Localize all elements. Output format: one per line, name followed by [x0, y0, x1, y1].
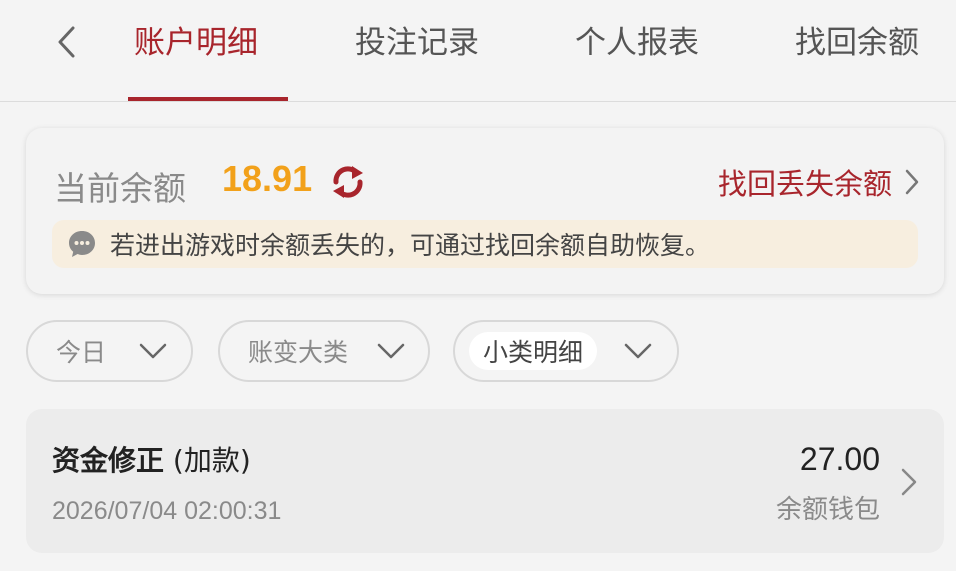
notice-banner: 若进出游戏时余额丢失的，可通过找回余额自助恢复。 [52, 220, 918, 268]
balance-label: 当前余额 [54, 169, 186, 208]
subcategory-filter-label: 小类明细 [469, 332, 598, 370]
tab-bet-records[interactable]: 投注记录 [355, 18, 479, 68]
back-button[interactable] [48, 22, 84, 62]
category-filter-label: 账变大类 [248, 338, 349, 367]
chevron-right-icon [901, 468, 917, 496]
chevron-right-icon [905, 169, 919, 195]
chat-bubble-icon [66, 228, 98, 260]
date-filter[interactable]: 今日 [26, 320, 193, 382]
date-filter-label: 今日 [56, 338, 107, 367]
record-title: 资金修正 (加款) [52, 439, 251, 479]
subcategory-filter[interactable]: 小类明细 [453, 320, 679, 382]
tab-personal-report[interactable]: 个人报表 [575, 18, 699, 68]
balance-value: 18.91 [222, 158, 313, 199]
notice-text: 若进出游戏时余额丢失的，可通过找回余额自助恢复。 [110, 231, 711, 260]
record-amount: 27.00 [799, 441, 880, 477]
record-time: 2026/07/04 02:00:31 [52, 497, 282, 525]
chevron-down-icon [624, 343, 652, 359]
record-type: 资金修正 [52, 444, 165, 477]
active-tab-indicator [128, 97, 288, 101]
top-tab-bar: 账户明细 投注记录 个人报表 找回余额 [0, 0, 956, 102]
recover-lost-balance-link[interactable]: 找回丢失余额 [718, 160, 920, 204]
category-filter[interactable]: 账变大类 [218, 320, 430, 382]
balance-card: 当前余额 18.91 找回丢失余额 若进出游戏时余额丢失的，可通过找回余额自助恢… [26, 128, 944, 294]
list-item[interactable]: 资金修正 (加款) 2026/07/04 02:00:31 27.00 余额钱包 [26, 409, 944, 553]
chevron-down-icon [377, 343, 405, 359]
tab-account-details[interactable]: 账户明细 [134, 18, 258, 68]
refresh-icon[interactable] [328, 162, 368, 202]
chevron-left-icon [58, 26, 75, 58]
record-wallet: 余额钱包 [775, 495, 880, 525]
record-subtype: (加款) [164, 444, 251, 477]
recover-lost-balance-label: 找回丢失余额 [717, 167, 892, 201]
tab-recover-balance[interactable]: 找回余额 [795, 18, 919, 68]
chevron-down-icon [139, 343, 167, 359]
